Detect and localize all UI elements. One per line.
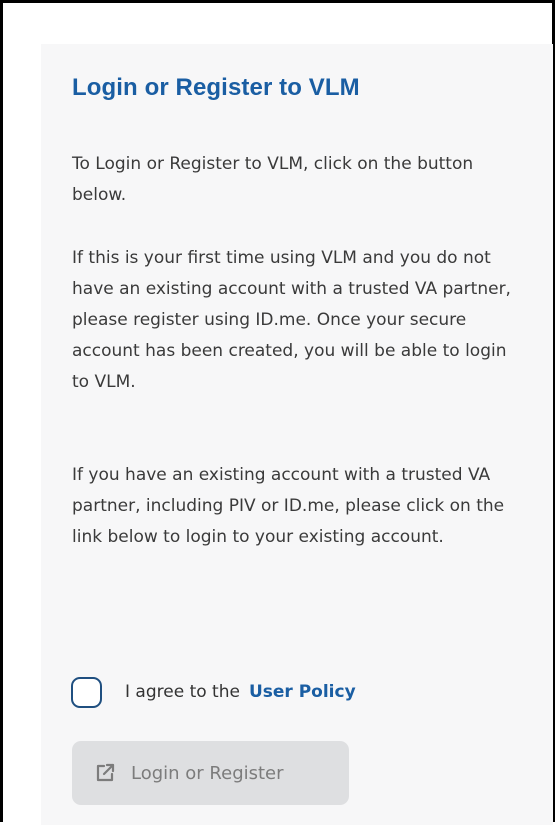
login-register-button[interactable]: Login or Register [72, 741, 349, 805]
window-frame: Login or Register to VLM To Login or Reg… [0, 0, 555, 825]
user-policy-link[interactable]: User Policy [249, 682, 356, 702]
login-register-button-label: Login or Register [131, 762, 284, 784]
external-link-icon [93, 761, 117, 785]
panel-title: Login or Register to VLM [72, 74, 360, 101]
intro-paragraph: To Login or Register to VLM, click on th… [72, 154, 474, 205]
login-register-panel: Login or Register to VLM To Login or Reg… [41, 44, 553, 825]
agree-label: I agree to the [125, 682, 240, 702]
agree-checkbox[interactable] [71, 676, 102, 708]
user-policy-agreement: I agree to the User Policy [71, 672, 356, 712]
existing-account-paragraph: If you have an existing account with a t… [72, 465, 505, 547]
first-time-paragraph: If this is your first time using VLM and… [72, 248, 511, 392]
